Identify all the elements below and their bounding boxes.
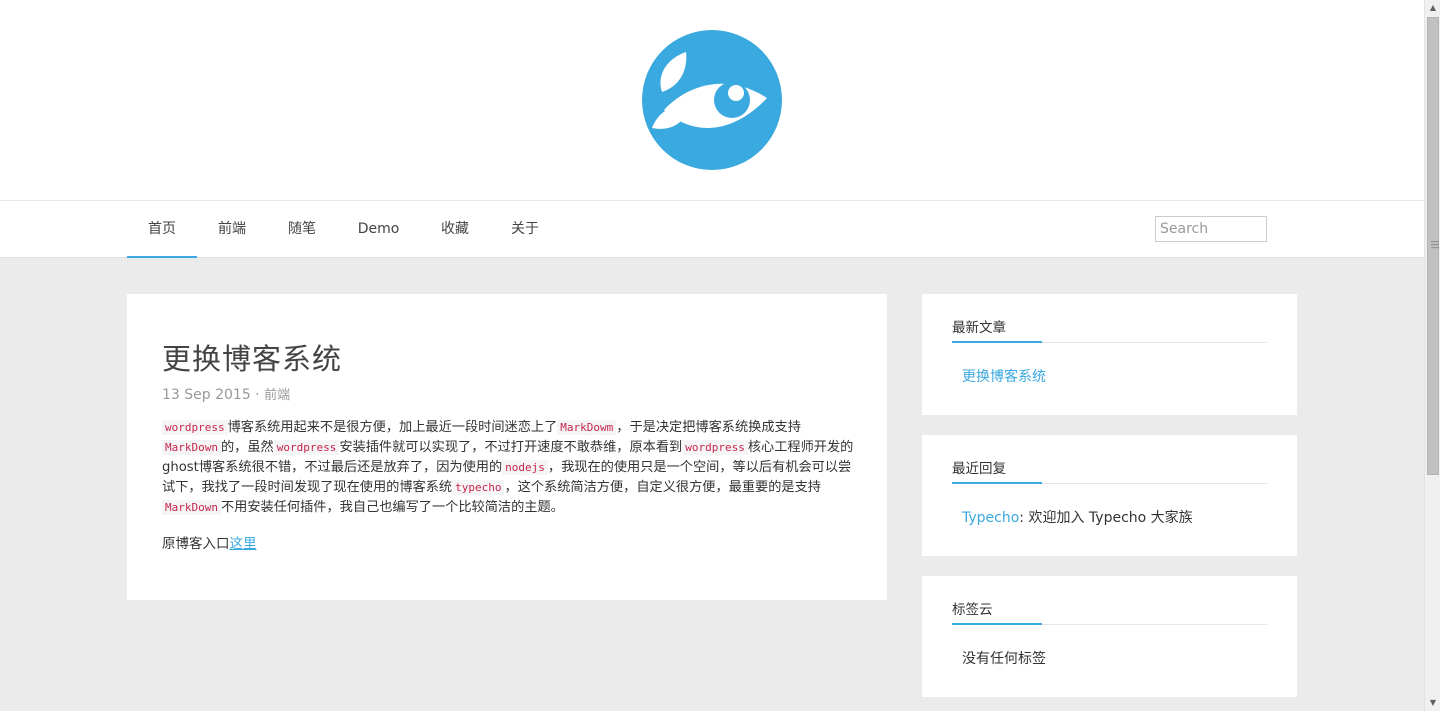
grip-icon: ― ― ― [1431, 237, 1439, 252]
widget-title: 最近回复 [952, 461, 1006, 477]
recent-comment: Typecho: 欢迎加入 Typecho 大家族 [962, 507, 1193, 527]
post-meta: 13 Sep 2015 · 前端 [162, 384, 290, 403]
widget-tag-cloud: 标签云 没有任何标签 [922, 576, 1297, 697]
nav-item-home[interactable]: 首页 [127, 201, 197, 258]
body-text: 不用安装任何插件，我自己也编写了一个比较简洁的主题。 [220, 500, 564, 515]
widget-title: 最新文章 [952, 320, 1006, 336]
inline-code: wordpress [162, 420, 228, 435]
original-blog-link[interactable]: 这里 [230, 536, 257, 552]
body-text: 安装插件就可以实现了，不过打开速度不敢恭维，原本看到 [339, 440, 683, 455]
meta-separator: · [250, 387, 265, 403]
tag-cloud-empty: 没有任何标签 [962, 651, 1046, 667]
original-blog-line: 原博客入口这里 [162, 532, 257, 552]
widget-title: 标签云 [952, 602, 993, 618]
nav-item-favorites[interactable]: 收藏 [420, 201, 490, 258]
widget-recent-comments: 最近回复 Typecho: 欢迎加入 Typecho 大家族 [922, 435, 1297, 556]
widget-divider-accent [952, 482, 1042, 484]
post-date: 13 Sep 2015 [162, 387, 251, 403]
post-card: 更换博客系统 13 Sep 2015 · 前端 wordpress 博客系统用起来… [127, 294, 887, 600]
site-header [0, 0, 1424, 201]
inline-code: nodejs [502, 460, 548, 475]
inline-code: MarkDown [162, 440, 221, 455]
inline-code: typecho [452, 480, 505, 495]
fish-eye-logo-icon[interactable] [642, 30, 782, 170]
post-category-link[interactable]: 前端 [264, 388, 290, 403]
post-body: wordpress 博客系统用起来不是很方便，加上最近一段时间迷恋上了 MarkDo… [162, 418, 854, 518]
scroll-down-arrow-icon[interactable]: ▼ [1425, 695, 1440, 711]
inline-code: wordpress [682, 440, 748, 455]
recent-post-link[interactable]: 更换博客系统 [962, 369, 1046, 385]
scrollbar-thumb[interactable]: ― ― ― [1427, 17, 1439, 475]
nav-item-about[interactable]: 关于 [490, 201, 560, 258]
page-scrollbar[interactable]: ▲ ― ― ― ▼ [1424, 0, 1440, 711]
inline-code: MarkDown [162, 500, 221, 515]
nav-item-demo[interactable]: Demo [337, 201, 420, 258]
body-text: ，这个系统简洁方便，自定义很方便，最重要的是支持 [504, 480, 821, 495]
post-title[interactable]: 更换博客系统 [162, 336, 342, 378]
recent-post-list: 更换博客系统 [962, 366, 1046, 386]
body-text: 的，虽然 [220, 440, 274, 455]
body-text: ，于是决定把博客系统换成支持 [616, 420, 801, 435]
comment-text: : 欢迎加入 Typecho 大家族 [1019, 510, 1193, 526]
widget-divider-accent [952, 623, 1042, 625]
body-text: 博客系统用起来不是很方便，加上最近一段时间迷恋上了 [227, 420, 558, 435]
original-blog-label: 原博客入口 [162, 536, 230, 552]
nav-item-frontend[interactable]: 前端 [197, 201, 267, 258]
inline-code: wordpress [273, 440, 340, 455]
widget-recent-posts: 最新文章 更换博客系统 [922, 294, 1297, 415]
widget-divider-accent [952, 341, 1042, 343]
nav-item-essays[interactable]: 随笔 [267, 201, 337, 258]
comment-author-link[interactable]: Typecho [962, 510, 1019, 526]
search-input[interactable] [1155, 216, 1267, 242]
inline-code: MarkDowm [557, 420, 617, 435]
main-nav: 首页 前端 随笔 Demo 收藏 关于 [0, 201, 1424, 258]
scroll-up-arrow-icon[interactable]: ▲ [1425, 0, 1440, 16]
